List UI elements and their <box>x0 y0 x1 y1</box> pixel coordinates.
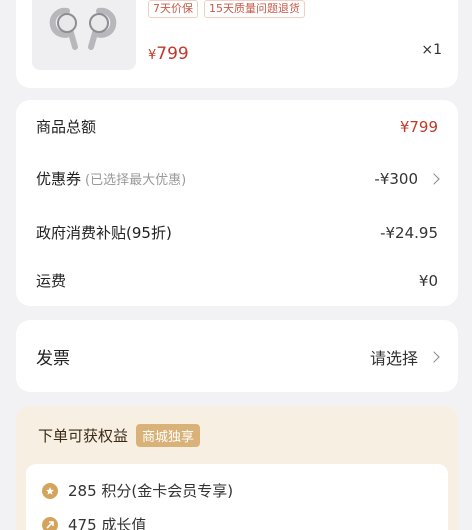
product-quantity: ×1 <box>421 42 442 58</box>
shipping-row: 运费 ¥0 <box>36 270 438 291</box>
order-summary-card: 商品总额 ¥799 优惠券 (已选择最大优惠) -¥300 政府消费补贴(95折)… <box>16 100 458 306</box>
invoice-card[interactable]: 发票 请选择 <box>16 320 458 392</box>
benefit-growth-text: 475 成长值 <box>68 516 147 530</box>
total-row: 商品总额 ¥799 <box>36 116 438 137</box>
invoice-select[interactable]: 请选择 <box>369 345 440 369</box>
total-value: ¥799 <box>399 117 438 136</box>
product-service-tags: 7天价保 15天质量问题退货 <box>148 0 305 18</box>
shipping-label: 运费 <box>36 272 67 290</box>
product-price: ¥799 <box>148 44 189 64</box>
benefit-item-growth: 475 成长值 <box>42 514 146 530</box>
shipping-value: ¥0 <box>418 271 438 290</box>
earbuds-image-icon <box>49 7 117 50</box>
invoice-row[interactable]: 发票 请选择 <box>36 344 440 369</box>
benefit-item-points: 285 积分(金卡会员专享) <box>42 480 233 501</box>
product-price-value: 799 <box>156 44 189 64</box>
product-card: 7天价保 15天质量问题退货 ¥799 ×1 <box>16 0 458 88</box>
benefits-list: 285 积分(金卡会员专享) 475 成长值 <box>26 464 448 530</box>
product-thumbnail[interactable] <box>32 0 136 70</box>
growth-value-icon <box>42 516 58 530</box>
chevron-right-icon <box>428 350 440 363</box>
invoice-value: 请选择 <box>369 348 418 368</box>
benefits-card: 下单可获权益 商城独享 285 积分(金卡会员专享) 475 成长值 <box>16 406 458 530</box>
coupon-hint: (已选择最大优惠) <box>85 173 187 188</box>
total-label: 商品总额 <box>36 118 97 136</box>
coupon-value: -¥300 <box>374 169 418 188</box>
return-policy-tag: 15天质量问题退货 <box>204 0 305 18</box>
chevron-right-icon <box>428 172 440 185</box>
benefits-header: 下单可获权益 商城独享 <box>38 424 201 447</box>
price-protect-tag: 7天价保 <box>148 0 198 18</box>
subsidy-label: 政府消费补贴(95折) <box>36 224 172 242</box>
mall-exclusive-badge: 商城独享 <box>136 424 201 447</box>
coupon-label-wrap: 优惠券 (已选择最大优惠) <box>36 168 186 189</box>
benefit-points-text: 285 积分(金卡会员专享) <box>68 482 234 500</box>
subsidy-row: 政府消费补贴(95折) -¥24.95 <box>36 222 438 243</box>
coupon-row[interactable]: 优惠券 (已选择最大优惠) -¥300 <box>36 168 440 189</box>
benefits-title: 下单可获权益 <box>38 427 129 445</box>
coupon-value-wrap[interactable]: -¥300 <box>374 169 440 188</box>
coupon-label: 优惠券 <box>36 170 82 188</box>
points-coin-icon <box>42 482 58 499</box>
invoice-label: 发票 <box>36 349 70 369</box>
subsidy-value: -¥24.95 <box>380 223 438 242</box>
